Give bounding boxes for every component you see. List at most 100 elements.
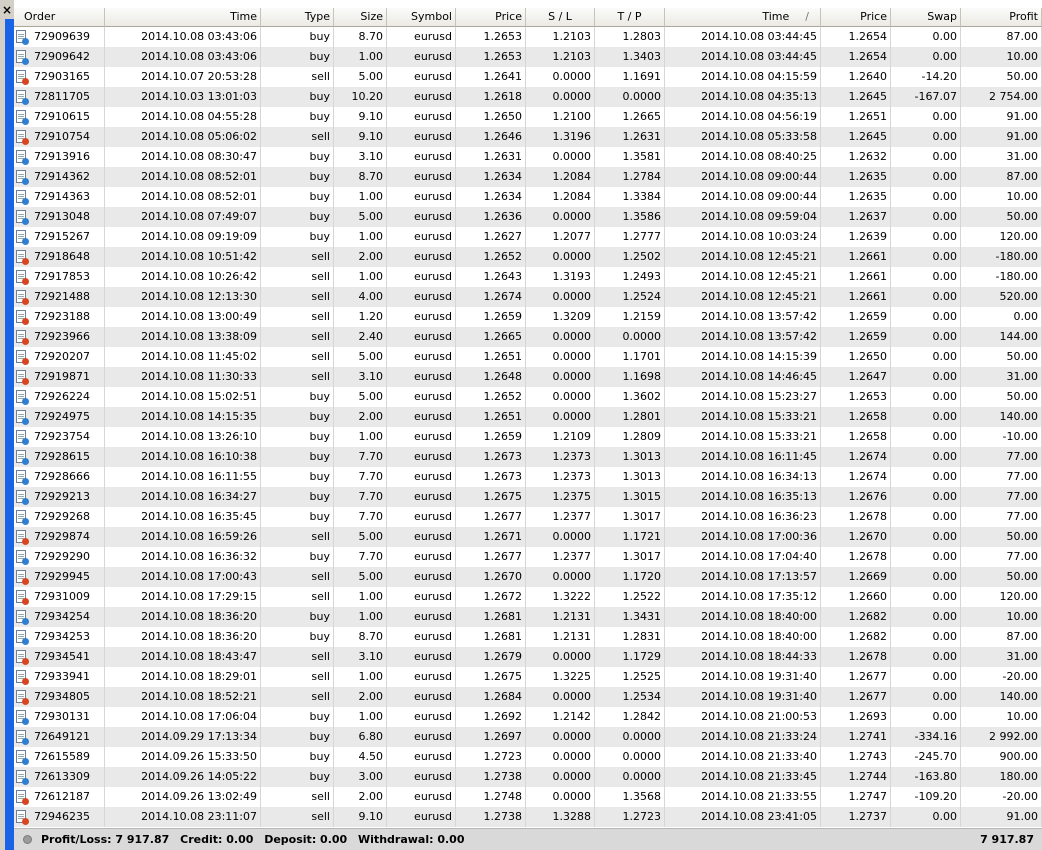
table-row[interactable]: 72913048 2014.10.08 07:49:07 buy 5.00 eurusd…	[14, 207, 1042, 227]
cell-close-time: 2014.10.08 03:44:45	[665, 27, 821, 47]
table-row[interactable]: 72926224 2014.10.08 15:02:51 buy 5.00 eurusd…	[14, 387, 1042, 407]
table-row[interactable]: 72919871 2014.10.08 11:30:33 sell 3.10 eurus…	[14, 367, 1042, 387]
cell-profit: 10.00	[961, 187, 1042, 207]
cell-stop-loss: 0.0000	[526, 387, 595, 407]
column-header-swap[interactable]: Swap	[891, 8, 961, 27]
column-header-open-time[interactable]: Time	[105, 8, 261, 27]
cell-type: buy	[261, 87, 334, 107]
table-row[interactable]: 72914363 2014.10.08 08:52:01 buy 1.00 eurusd…	[14, 187, 1042, 207]
cell-order: 72931009	[14, 587, 105, 607]
cell-close-time: 2014.10.08 12:45:21	[665, 247, 821, 267]
table-row[interactable]: 72921488 2014.10.08 12:13:30 sell 4.00 eurus…	[14, 287, 1042, 307]
cell-type: sell	[261, 567, 334, 587]
cell-swap: -334.16	[891, 727, 961, 747]
cell-order: 72924975	[14, 407, 105, 427]
cell-close-time: 2014.10.08 21:33:24	[665, 727, 821, 747]
table-row[interactable]: 72910754 2014.10.08 05:06:02 sell 9.10 eurus…	[14, 127, 1042, 147]
table-row[interactable]: 72929874 2014.10.08 16:59:26 sell 5.00 eurus…	[14, 527, 1042, 547]
column-header-symbol[interactable]: Symbol	[387, 8, 456, 27]
cell-open-price: 1.2677	[456, 507, 526, 527]
cell-take-profit: 1.3403	[595, 47, 665, 67]
cell-size: 1.00	[334, 667, 387, 687]
cell-type: sell	[261, 287, 334, 307]
cell-order: 72923966	[14, 327, 105, 347]
cell-stop-loss: 0.0000	[526, 687, 595, 707]
table-row[interactable]: 72934254 2014.10.08 18:36:20 buy 1.00 eurusd…	[14, 607, 1042, 627]
column-header-order[interactable]: Order	[14, 8, 105, 27]
cell-profit: 140.00	[961, 687, 1042, 707]
table-row[interactable]: 72918648 2014.10.08 10:51:42 sell 2.00 eurus…	[14, 247, 1042, 267]
table-row[interactable]: 72923966 2014.10.08 13:38:09 sell 2.40 eurus…	[14, 327, 1042, 347]
cell-open-price: 1.2634	[456, 167, 526, 187]
table-row[interactable]: 72930131 2014.10.08 17:06:04 buy 1.00 eurusd…	[14, 707, 1042, 727]
table-row[interactable]: 72934805 2014.10.08 18:52:21 sell 2.00 eurus…	[14, 687, 1042, 707]
cell-open-price: 1.2681	[456, 627, 526, 647]
table-row[interactable]: 72910615 2014.10.08 04:55:28 buy 9.10 eurusd…	[14, 107, 1042, 127]
cell-close-price: 1.2682	[821, 607, 891, 627]
column-header-close-time[interactable]: Time /	[665, 8, 821, 27]
table-row[interactable]: 72923754 2014.10.08 13:26:10 buy 1.00 eurusd…	[14, 427, 1042, 447]
cell-close-price: 1.2651	[821, 107, 891, 127]
cell-take-profit: 1.2801	[595, 407, 665, 427]
table-row[interactable]: 72929213 2014.10.08 16:34:27 buy 7.70 eurusd…	[14, 487, 1042, 507]
table-row[interactable]: 72929945 2014.10.08 17:00:43 sell 5.00 eurus…	[14, 567, 1042, 587]
column-header-profit[interactable]: Profit	[961, 8, 1042, 27]
cell-close-time: 2014.10.08 03:44:45	[665, 47, 821, 67]
table-row[interactable]: 72909639 2014.10.08 03:43:06 buy 8.70 eurusd…	[14, 27, 1042, 47]
cell-symbol: eurusd	[387, 27, 456, 47]
cell-type: buy	[261, 727, 334, 747]
table-row[interactable]: 72917853 2014.10.08 10:26:42 sell 1.00 eurus…	[14, 267, 1042, 287]
table-row[interactable]: 72811705 2014.10.03 13:01:03 buy 10.20 eurus…	[14, 87, 1042, 107]
table-row[interactable]: 72613309 2014.09.26 14:05:22 buy 3.00 eurusd…	[14, 767, 1042, 787]
table-row[interactable]: 72649121 2014.09.29 17:13:34 buy 6.80 eurusd…	[14, 727, 1042, 747]
table-row[interactable]: 72924975 2014.10.08 14:15:35 buy 2.00 eurusd…	[14, 407, 1042, 427]
cell-symbol: eurusd	[387, 567, 456, 587]
table-row[interactable]: 72923188 2014.10.08 13:00:49 sell 1.20 eurus…	[14, 307, 1042, 327]
table-row[interactable]: 72929290 2014.10.08 16:36:32 buy 7.70 eurusd…	[14, 547, 1042, 567]
cell-stop-loss: 1.2373	[526, 447, 595, 467]
table-row[interactable]: 72913916 2014.10.08 08:30:47 buy 3.10 eurusd…	[14, 147, 1042, 167]
cell-open-price: 1.2738	[456, 767, 526, 787]
table-row[interactable]: 72928666 2014.10.08 16:11:55 buy 7.70 eurusd…	[14, 467, 1042, 487]
table-row[interactable]: 72929268 2014.10.08 16:35:45 buy 7.70 eurusd…	[14, 507, 1042, 527]
column-header-open-price[interactable]: Price	[456, 8, 526, 27]
column-header-take-profit[interactable]: T / P	[595, 8, 665, 27]
order-number: 72928666	[34, 470, 90, 483]
table-row[interactable]: 72934541 2014.10.08 18:43:47 sell 3.10 eurus…	[14, 647, 1042, 667]
column-header-size[interactable]: Size	[334, 8, 387, 27]
cell-size: 5.00	[334, 67, 387, 87]
table-row[interactable]: 72903165 2014.10.07 20:53:28 sell 5.00 eurus…	[14, 67, 1042, 87]
table-row[interactable]: 72928615 2014.10.08 16:10:38 buy 7.70 eurusd…	[14, 447, 1042, 467]
table-row[interactable]: 72931009 2014.10.08 17:29:15 sell 1.00 eurus…	[14, 587, 1042, 607]
table-row[interactable]: 72933941 2014.10.08 18:29:01 sell 1.00 eurus…	[14, 667, 1042, 687]
cell-stop-loss: 1.3196	[526, 127, 595, 147]
table-row[interactable]: 72920207 2014.10.08 11:45:02 sell 5.00 eurus…	[14, 347, 1042, 367]
cell-close-price: 1.2744	[821, 767, 891, 787]
column-header-type[interactable]: Type	[261, 8, 334, 27]
table-row[interactable]: 72914362 2014.10.08 08:52:01 buy 8.70 eurusd…	[14, 167, 1042, 187]
table-row[interactable]: 72612187 2014.09.26 13:02:49 sell 2.00 eurus…	[14, 787, 1042, 807]
table-row[interactable]: 72934253 2014.10.08 18:36:20 buy 8.70 eurusd…	[14, 627, 1042, 647]
cell-close-price: 1.2654	[821, 27, 891, 47]
ticket-buy-icon	[16, 429, 29, 445]
ticket-sell-icon	[16, 349, 29, 365]
cell-symbol: eurusd	[387, 87, 456, 107]
column-header-close-price[interactable]: Price	[821, 8, 891, 27]
cell-close-time: 2014.10.08 09:00:44	[665, 167, 821, 187]
cell-take-profit: 1.3602	[595, 387, 665, 407]
table-row[interactable]: 72909642 2014.10.08 03:43:06 buy 1.00 eurusd…	[14, 47, 1042, 67]
table-row[interactable]: 72946235 2014.10.08 23:11:07 sell 9.10 eurus…	[14, 807, 1042, 827]
cell-type: buy	[261, 167, 334, 187]
table-row[interactable]: 72615589 2014.09.26 15:33:50 buy 4.50 eurusd…	[14, 747, 1042, 767]
ticket-sell-icon	[16, 69, 29, 85]
cell-order: 72914362	[14, 167, 105, 187]
cell-order: 72913916	[14, 147, 105, 167]
column-header-stop-loss[interactable]: S / L	[526, 8, 595, 27]
table-row[interactable]: 72915267 2014.10.08 09:19:09 buy 1.00 eurusd…	[14, 227, 1042, 247]
column-header-label: Order	[24, 10, 56, 23]
cell-open-time: 2014.10.08 03:43:06	[105, 27, 261, 47]
cell-size: 5.00	[334, 347, 387, 367]
close-button[interactable]: ×	[1, 3, 13, 17]
cell-symbol: eurusd	[387, 747, 456, 767]
ticket-sell-icon	[16, 809, 29, 825]
